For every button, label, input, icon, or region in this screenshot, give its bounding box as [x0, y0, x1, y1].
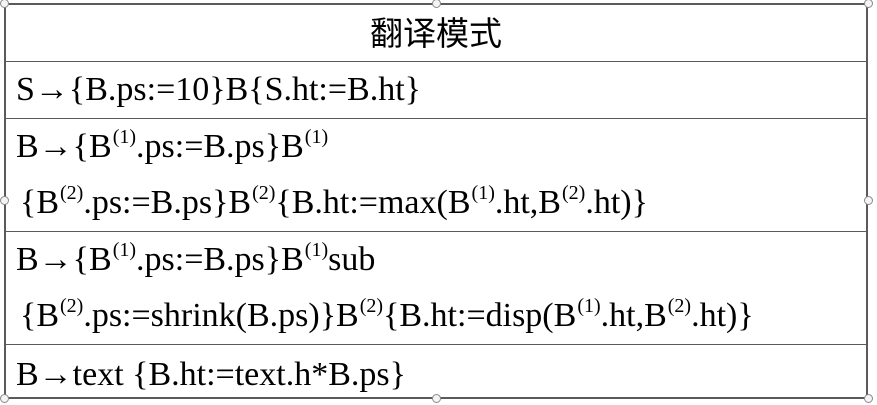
table-row: B→{B(1).ps:=B.ps}B(1) {B(2).ps:=B.ps}B(2…	[6, 118, 866, 232]
superscript-index: (1)	[471, 182, 495, 204]
superscript-index: (2)	[359, 295, 384, 317]
production-cell-1: S→{B.ps:=10}B{S.ht:=B.ht}	[6, 61, 866, 119]
superscript-index: (1)	[304, 239, 329, 261]
superscript-index: (2)	[667, 295, 692, 317]
table-row: B→{B(1).ps:=B.ps}B(1)sub {B(2).ps:=shrin…	[6, 231, 866, 345]
superscript-index: (1)	[112, 126, 137, 148]
production-cell-3: B→{B(1).ps:=B.ps}B(1)sub {B(2).ps:=shrin…	[6, 231, 866, 345]
production-cell-2: B→{B(1).ps:=B.ps}B(1) {B(2).ps:=B.ps}B(2…	[6, 118, 866, 232]
translation-scheme-table-frame: 翻译模式 S→{B.ps:=10}B{S.ht:=B.ht} B→{B(1).p…	[4, 3, 868, 405]
resize-handle-middle-left[interactable]	[0, 196, 9, 205]
resize-handle-bottom-center[interactable]	[432, 394, 441, 403]
production-line: B→{B(1).ps:=B.ps}B(1)	[16, 126, 329, 165]
production-line-continued: {B(2).ps:=B.ps}B(2){B.ht:=max(B(1).ht,B(…	[20, 182, 648, 221]
superscript-index: (2)	[252, 182, 276, 204]
production-line-continued: {B(2).ps:=shrink(B.ps)}B(2){B.ht:=disp(B…	[20, 295, 754, 334]
resize-handle-bottom-right[interactable]	[864, 394, 873, 403]
table-header-cell: 翻译模式	[370, 13, 502, 53]
resize-handle-middle-right[interactable]	[864, 196, 873, 205]
production-line: B→{B(1).ps:=B.ps}B(1)sub	[16, 239, 376, 278]
resize-handle-bottom-left[interactable]	[0, 394, 9, 403]
table-row: S→{B.ps:=10}B{S.ht:=B.ht}	[6, 61, 866, 119]
superscript-index: (2)	[60, 295, 84, 317]
translation-scheme-table: 翻译模式 S→{B.ps:=10}B{S.ht:=B.ht} B→{B(1).p…	[6, 5, 866, 405]
superscript-index: (1)	[577, 295, 601, 317]
production-line: B→text {B.ht:=text.h*B.ps}	[16, 355, 406, 393]
superscript-index: (2)	[561, 182, 586, 204]
table-header-row: 翻译模式	[6, 5, 866, 62]
superscript-index: (2)	[60, 182, 84, 204]
superscript-index: (1)	[304, 126, 329, 148]
production-line: S→{B.ps:=10}B{S.ht:=B.ht}	[16, 71, 421, 108]
superscript-index: (1)	[112, 239, 137, 261]
resize-handle-top-right[interactable]	[864, 0, 873, 8]
